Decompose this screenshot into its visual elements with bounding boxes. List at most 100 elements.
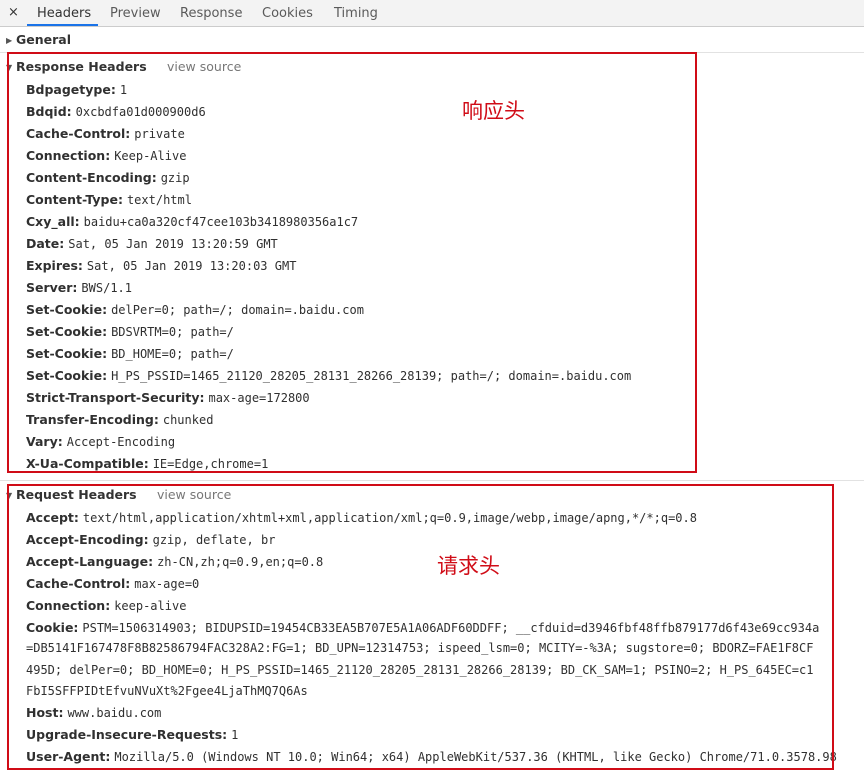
header-name: Set-Cookie: xyxy=(26,346,108,361)
response-header-row: Date: Sat, 05 Jan 2019 13:20:59 GMT xyxy=(26,236,278,252)
header-value: www.baidu.com xyxy=(67,706,162,720)
header-value: gzip, deflate, br xyxy=(152,533,276,547)
header-name: Cookie: xyxy=(26,620,79,635)
divider xyxy=(0,52,864,53)
header-value: text/html,application/xhtml+xml,applicat… xyxy=(82,511,697,525)
cookie-continuation: FbI5SFFPIDtEfvuNVuXt%2Fgee4LjaThMQ7Q6As xyxy=(26,684,308,698)
collapse-triangle-icon: ▼ xyxy=(6,491,13,500)
request-header-row: Upgrade-Insecure-Requests: 1 xyxy=(26,727,238,743)
response-header-row: Bdpagetype: 1 xyxy=(26,82,127,98)
header-value: private xyxy=(134,127,185,141)
header-value: Sat, 05 Jan 2019 13:20:59 GMT xyxy=(68,237,278,251)
response-headers-title: Response Headers xyxy=(16,59,147,74)
header-value: IE=Edge,chrome=1 xyxy=(152,457,269,471)
request-header-row: Accept-Encoding: gzip, deflate, br xyxy=(26,532,275,548)
header-value: Accept-Encoding xyxy=(66,435,176,449)
header-name: Bdqid: xyxy=(26,104,72,119)
header-name: Cxy_all: xyxy=(26,214,80,229)
header-value: text/html xyxy=(126,193,192,207)
header-value: Keep-Alive xyxy=(114,149,187,163)
collapse-triangle-icon: ▼ xyxy=(6,63,13,72)
response-header-row: Content-Encoding: gzip xyxy=(26,170,190,186)
header-name: Content-Encoding: xyxy=(26,170,157,185)
cookie-continuation: 495D; delPer=0; BD_HOME=0; H_PS_PSSID=14… xyxy=(26,663,814,677)
header-value: chunked xyxy=(162,413,214,427)
response-headers-toggle[interactable]: ▼ Response Headers xyxy=(6,59,147,74)
request-header-row: Cookie: PSTM=1506314903; BIDUPSID=19454C… xyxy=(26,620,819,636)
response-header-row: Bdqid: 0xcbdfa01d000900d6 xyxy=(26,104,206,120)
tab-cookies[interactable]: Cookies xyxy=(262,6,313,21)
header-name: Content-Type: xyxy=(26,192,123,207)
cookie-continuation: =DB5141F167478F8B82586794FAC328A2:FG=1; … xyxy=(26,641,814,655)
tab-headers[interactable]: Headers xyxy=(37,6,91,21)
header-value: Mozilla/5.0 (Windows NT 10.0; Win64; x64… xyxy=(114,750,837,764)
response-header-row: Expires: Sat, 05 Jan 2019 13:20:03 GMT xyxy=(26,258,296,274)
general-section-toggle[interactable]: ▶ General xyxy=(6,32,71,47)
response-headers-annotation: 响应头 xyxy=(462,99,525,123)
request-headers-toggle[interactable]: ▼ Request Headers xyxy=(6,487,137,502)
expand-triangle-icon: ▶ xyxy=(6,36,13,45)
header-name: Bdpagetype: xyxy=(26,82,116,97)
response-header-row: Vary: Accept-Encoding xyxy=(26,434,175,450)
header-name: Cache-Control: xyxy=(26,126,131,141)
general-title: General xyxy=(16,32,71,47)
response-header-row: Strict-Transport-Security: max-age=17280… xyxy=(26,390,310,406)
header-name: Set-Cookie: xyxy=(26,324,108,339)
header-value: BDSVRTM=0; path=/ xyxy=(111,325,234,339)
response-view-source-link[interactable]: view source xyxy=(167,59,241,74)
header-name: Set-Cookie: xyxy=(26,302,108,317)
response-header-row: Cache-Control: private xyxy=(26,126,185,142)
header-value: gzip xyxy=(160,171,190,185)
request-header-row: Accept-Language: zh-CN,zh;q=0.9,en;q=0.8 xyxy=(26,554,323,570)
header-value: delPer=0; path=/; domain=.baidu.com xyxy=(111,303,364,317)
request-view-source-link[interactable]: view source xyxy=(157,487,231,502)
response-header-row: Server: BWS/1.1 xyxy=(26,280,132,296)
header-name: Strict-Transport-Security: xyxy=(26,390,205,405)
response-header-row: Cxy_all: baidu+ca0a320cf47cee103b3418980… xyxy=(26,214,358,230)
header-name: Vary: xyxy=(26,434,63,449)
request-headers-annotation: 请求头 xyxy=(437,554,500,578)
tab-response[interactable]: Response xyxy=(180,6,242,21)
header-value: baidu+ca0a320cf47cee103b3418980356a1c7 xyxy=(83,215,359,229)
response-header-row: Set-Cookie: delPer=0; path=/; domain=.ba… xyxy=(26,302,364,318)
divider xyxy=(0,480,864,481)
response-header-row: Transfer-Encoding: chunked xyxy=(26,412,213,428)
header-name: Accept-Encoding: xyxy=(26,532,149,547)
response-header-row: Set-Cookie: BDSVRTM=0; path=/ xyxy=(26,324,234,340)
header-value: 0xcbdfa01d000900d6 xyxy=(75,105,206,119)
header-name: Cache-Control: xyxy=(26,576,131,591)
tab-bar: × Headers Preview Response Cookies Timin… xyxy=(0,0,864,27)
request-header-row: Cache-Control: max-age=0 xyxy=(26,576,199,592)
close-icon[interactable]: × xyxy=(8,5,19,20)
header-name: Connection: xyxy=(26,598,111,613)
header-value: BD_HOME=0; path=/ xyxy=(111,347,234,361)
tab-preview[interactable]: Preview xyxy=(110,6,161,21)
header-value: BWS/1.1 xyxy=(81,281,132,295)
header-value: 1 xyxy=(231,728,239,742)
response-header-row: X-Ua-Compatible: IE=Edge,chrome=1 xyxy=(26,456,268,472)
response-header-row: Content-Type: text/html xyxy=(26,192,192,208)
header-name: Server: xyxy=(26,280,78,295)
header-name: Connection: xyxy=(26,148,111,163)
header-value: 1 xyxy=(119,83,128,97)
request-header-row: Accept: text/html,application/xhtml+xml,… xyxy=(26,510,697,526)
header-value: H_PS_PSSID=1465_21120_28205_28131_28266_… xyxy=(111,369,632,383)
header-value: max-age=172800 xyxy=(208,391,310,405)
request-header-row: User-Agent: Mozilla/5.0 (Windows NT 10.0… xyxy=(26,749,837,765)
request-header-row: Connection: keep-alive xyxy=(26,598,186,614)
header-value: keep-alive xyxy=(114,599,187,613)
header-name: Transfer-Encoding: xyxy=(26,412,159,427)
header-value: PSTM=1506314903; BIDUPSID=19454CB33EA5B7… xyxy=(82,621,820,635)
header-name: Upgrade-Insecure-Requests: xyxy=(26,727,228,742)
request-headers-title: Request Headers xyxy=(16,487,137,502)
header-value: zh-CN,zh;q=0.9,en;q=0.8 xyxy=(157,555,324,569)
header-name: Expires: xyxy=(26,258,83,273)
header-name: Host: xyxy=(26,705,64,720)
response-header-row: Set-Cookie: H_PS_PSSID=1465_21120_28205_… xyxy=(26,368,631,384)
response-header-row: Set-Cookie: BD_HOME=0; path=/ xyxy=(26,346,234,362)
header-name: Accept-Language: xyxy=(26,554,154,569)
tab-timing[interactable]: Timing xyxy=(334,6,378,21)
header-name: User-Agent: xyxy=(26,749,111,764)
header-name: X-Ua-Compatible: xyxy=(26,456,149,471)
header-name: Set-Cookie: xyxy=(26,368,108,383)
